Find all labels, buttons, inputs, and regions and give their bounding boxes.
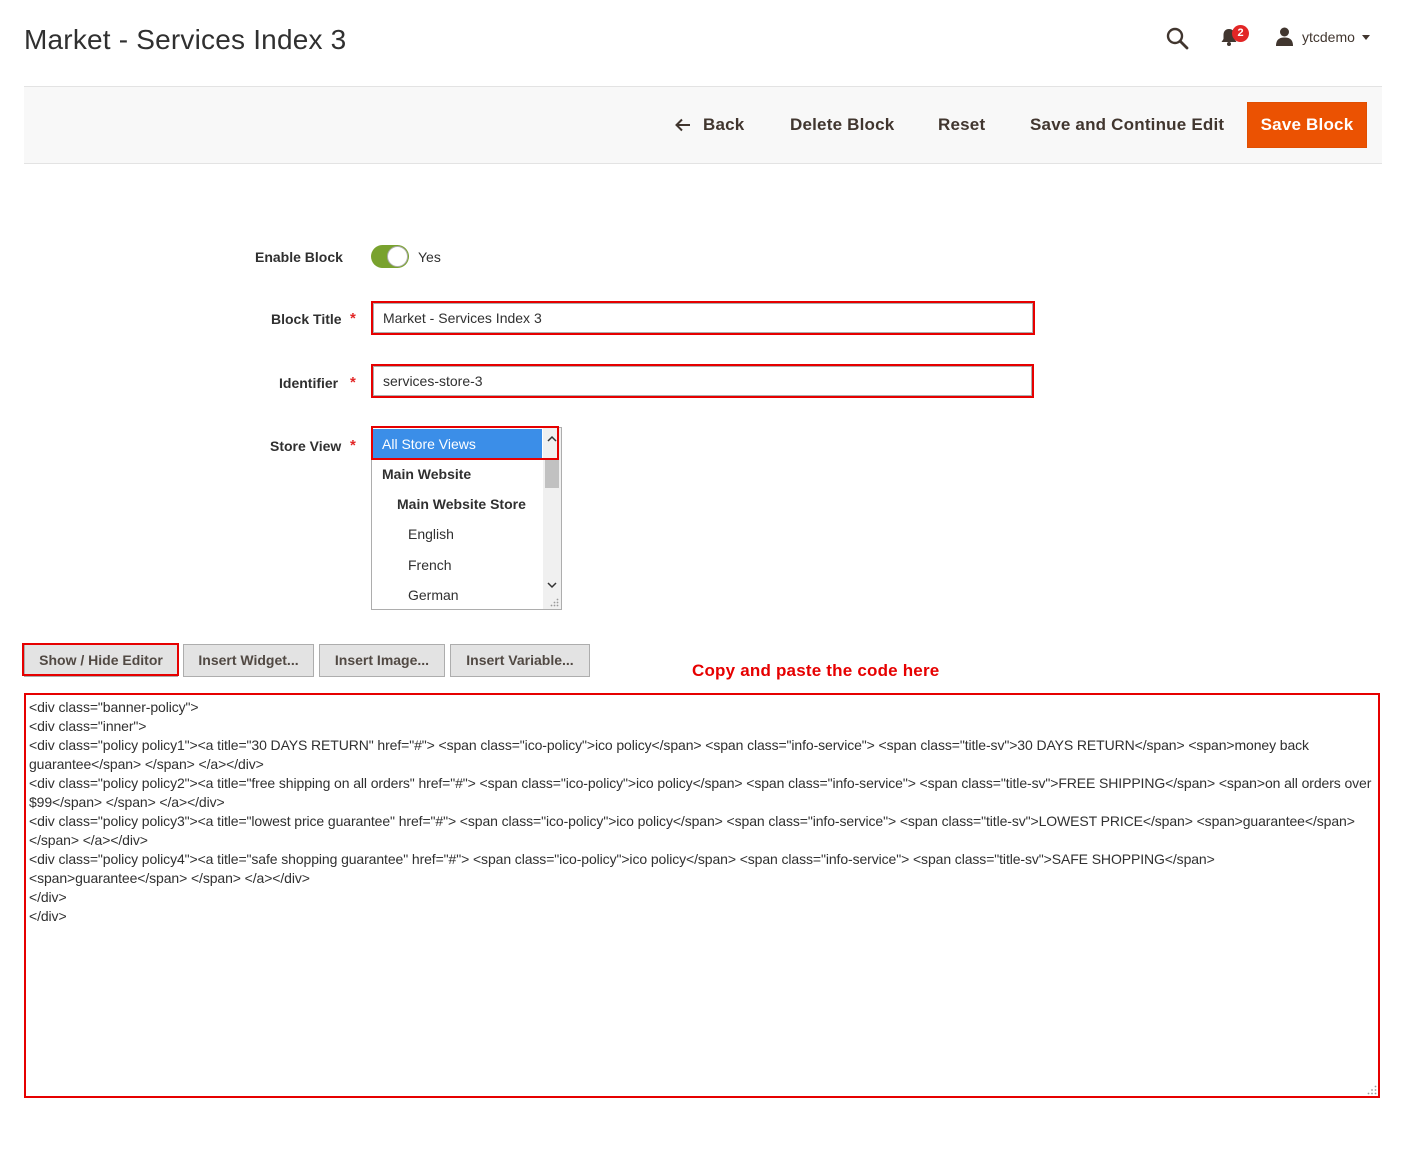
insert-widget-button[interactable]: Insert Widget... bbox=[183, 644, 314, 677]
store-option-english[interactable]: English bbox=[372, 519, 542, 549]
toggle-knob bbox=[387, 246, 408, 267]
scroll-thumb[interactable] bbox=[545, 460, 559, 488]
store-view-label: Store View bbox=[270, 438, 342, 454]
user-icon[interactable] bbox=[1275, 27, 1294, 46]
save-and-continue-button[interactable]: Save and Continue Edit bbox=[1030, 115, 1224, 135]
save-block-button[interactable]: Save Block bbox=[1247, 102, 1367, 148]
caret-down-icon[interactable] bbox=[1362, 35, 1370, 40]
required-marker: * bbox=[350, 310, 356, 327]
block-title-label: Block Title bbox=[271, 311, 342, 327]
annotation-text: Copy and paste the code here bbox=[692, 661, 940, 680]
required-marker: * bbox=[350, 374, 356, 391]
back-button[interactable]: Back bbox=[675, 115, 744, 135]
store-option-french[interactable]: French bbox=[372, 550, 542, 580]
highlight-frame bbox=[371, 301, 1035, 335]
delete-block-button[interactable]: Delete Block bbox=[790, 115, 894, 135]
notification-count-badge[interactable]: 2 bbox=[1232, 25, 1249, 42]
resize-grip-icon[interactable] bbox=[550, 598, 559, 607]
store-option-german[interactable]: German bbox=[372, 580, 542, 609]
highlight-frame bbox=[371, 364, 1034, 398]
user-name[interactable]: ytcdemo bbox=[1302, 29, 1355, 45]
highlight-frame bbox=[22, 643, 179, 676]
insert-variable-button[interactable]: Insert Variable... bbox=[450, 644, 590, 677]
content-editor-textarea[interactable]: <div class="banner-policy"> <div class="… bbox=[24, 693, 1380, 1098]
enable-block-toggle[interactable] bbox=[371, 245, 409, 268]
store-option-main-website[interactable]: Main Website bbox=[372, 459, 542, 489]
enable-block-label: Enable Block bbox=[255, 249, 343, 265]
arrow-left-icon bbox=[675, 118, 690, 132]
page-actions-toolbar: Back Delete Block Reset Save and Continu… bbox=[24, 86, 1382, 164]
required-marker: * bbox=[350, 437, 356, 454]
highlight-frame bbox=[371, 426, 559, 460]
search-icon[interactable] bbox=[1165, 26, 1189, 50]
back-label: Back bbox=[703, 115, 745, 134]
reset-button[interactable]: Reset bbox=[938, 115, 985, 135]
identifier-label: Identifier bbox=[279, 375, 339, 391]
insert-image-button[interactable]: Insert Image... bbox=[319, 644, 445, 677]
enable-block-value: Yes bbox=[418, 249, 441, 265]
resize-grip-icon[interactable] bbox=[1367, 1085, 1377, 1095]
page-title: Market - Services Index 3 bbox=[24, 24, 347, 55]
store-option-main-website-store[interactable]: Main Website Store bbox=[372, 489, 542, 519]
chevron-down-icon[interactable] bbox=[546, 579, 558, 591]
